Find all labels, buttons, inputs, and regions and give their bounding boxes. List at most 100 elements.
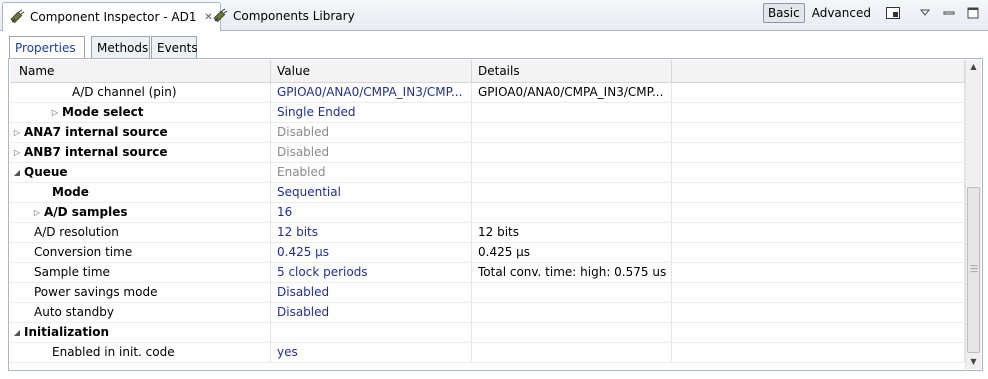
table-row[interactable]: Power savings mode Disabled [10, 283, 965, 303]
scrollbar-thumb[interactable]: — — — [967, 187, 980, 353]
property-value-cell[interactable]: 0.425 µs [271, 243, 472, 262]
tab-events[interactable]: Events [151, 36, 198, 58]
view-tab-bar: Component Inspector - AD1 ✕ Components L… [0, 0, 988, 31]
layout-icon[interactable] [884, 4, 902, 22]
basic-button-label: Basic [767, 6, 800, 20]
property-details-cell [472, 303, 672, 322]
empty-cell [672, 303, 965, 322]
property-name-cell: ▷ A/D samples [10, 203, 271, 222]
properties-table: Name Value Details A/D channel (pin) GPIO… [10, 60, 965, 369]
column-header-name[interactable]: Name [10, 60, 271, 82]
table-row[interactable]: ◢ Initialization [10, 323, 965, 343]
collapsed-arrow-icon[interactable]: ▷ [10, 123, 24, 142]
empty-cell [672, 163, 965, 182]
property-details-cell [472, 123, 672, 142]
table-row[interactable]: Enabled in init. code yes [10, 343, 965, 363]
column-header-value[interactable]: Value [271, 60, 472, 82]
expanded-arrow-icon[interactable]: ◢ [10, 323, 24, 342]
scroll-up-icon[interactable]: ▲ [966, 60, 981, 74]
empty-cell [672, 243, 965, 262]
property-name-cell: Conversion time [10, 243, 271, 262]
tab-components-library[interactable]: Components Library [206, 2, 361, 30]
property-name-cell: ◢ Queue [10, 163, 271, 182]
view-menu-icon[interactable] [916, 4, 934, 22]
table-row[interactable]: ▷ ANB7 internal source Disabled [10, 143, 965, 163]
property-value-cell[interactable]: Disabled [271, 123, 472, 142]
tab-methods-label: Methods [97, 40, 149, 55]
advanced-button[interactable]: Advanced [808, 3, 875, 23]
property-name: Mode select [62, 105, 144, 119]
table-row[interactable]: ▷ ANA7 internal source Disabled [10, 123, 965, 143]
property-details-cell [472, 323, 672, 342]
expanded-arrow-icon[interactable]: ◢ [10, 163, 24, 182]
property-value-cell[interactable]: GPIOA0/ANA0/CMPA_IN3/CMP... [271, 83, 472, 102]
empty-cell [672, 83, 965, 102]
tab-events-label: Events [157, 40, 198, 55]
property-details-cell [472, 103, 672, 122]
property-value-cell[interactable]: Disabled [271, 303, 472, 322]
property-name: Enabled in init. code [52, 345, 175, 359]
empty-cell [672, 223, 965, 242]
property-name: Auto standby [34, 305, 114, 319]
tab-properties[interactable]: Properties [9, 36, 85, 59]
advanced-button-label: Advanced [811, 6, 871, 20]
property-value-cell[interactable]: 16 [271, 203, 472, 222]
table-row[interactable]: ▷ A/D samples 16 [10, 203, 965, 223]
property-value-cell[interactable] [271, 323, 472, 342]
table-row[interactable]: Auto standby Disabled [10, 303, 965, 323]
table-row[interactable]: ◢ Queue Enabled [10, 163, 965, 183]
property-value-cell[interactable]: Enabled [271, 163, 472, 182]
collapsed-arrow-icon[interactable]: ▷ [48, 103, 62, 122]
table-row[interactable]: Sample time 5 clock periods Total conv. ti… [10, 263, 965, 283]
property-details-cell: 0.425 µs [472, 243, 672, 262]
table-row[interactable]: ▷ Mode select Single Ended [10, 103, 965, 123]
collapsed-arrow-icon[interactable]: ▷ [10, 143, 24, 162]
tab-properties-label: Properties [15, 41, 76, 55]
tab-methods[interactable]: Methods [91, 36, 150, 58]
property-value-cell[interactable]: Single Ended [271, 103, 472, 122]
property-name-cell: ▷ ANA7 internal source [10, 123, 271, 142]
plug-icon [10, 9, 25, 24]
property-value-cell[interactable]: 12 bits [271, 223, 472, 242]
empty-cell [672, 123, 965, 142]
property-details-cell [472, 283, 672, 302]
property-name: ANB7 internal source [24, 145, 168, 159]
property-name-cell: Power savings mode [10, 283, 271, 302]
table-row[interactable]: Conversion time 0.425 µs 0.425 µs [10, 243, 965, 263]
collapsed-arrow-icon[interactable]: ▷ [30, 203, 44, 222]
property-details-cell: GPIOA0/ANA0/CMPA_IN3/CMP... [472, 83, 672, 102]
property-name-cell: Mode [10, 183, 271, 202]
basic-button[interactable]: Basic [762, 3, 805, 23]
vertical-scrollbar[interactable]: ▲ — — — ▼ [965, 60, 981, 369]
empty-cell [672, 103, 965, 122]
property-name: A/D channel (pin) [72, 85, 177, 99]
property-value-cell[interactable]: Disabled [271, 283, 472, 302]
table-row[interactable]: Mode Sequential [10, 183, 965, 203]
minimize-icon[interactable] [940, 4, 958, 22]
empty-cell [672, 203, 965, 222]
tab-component-inspector-label: Component Inspector - AD1 [30, 10, 197, 24]
property-details-cell [472, 203, 672, 222]
scroll-down-icon[interactable]: ▼ [966, 355, 981, 369]
properties-panel: Name Value Details A/D channel (pin) GPIO… [8, 58, 983, 371]
view-toolbar: Basic Advanced [762, 3, 982, 23]
property-value-cell[interactable]: Sequential [271, 183, 472, 202]
table-row[interactable]: A/D resolution 12 bits 12 bits [10, 223, 965, 243]
property-value-cell[interactable]: Disabled [271, 143, 472, 162]
property-name: Queue [24, 165, 68, 179]
empty-cell [672, 263, 965, 282]
empty-cell [672, 283, 965, 302]
property-name: ANA7 internal source [24, 125, 168, 139]
property-name-cell: A/D resolution [10, 223, 271, 242]
maximize-icon[interactable] [964, 4, 982, 22]
property-name: Mode [52, 185, 89, 199]
column-header-details[interactable]: Details [472, 60, 672, 82]
property-value-cell[interactable]: 5 clock periods [271, 263, 472, 282]
property-value-cell[interactable]: yes [271, 343, 472, 362]
table-row[interactable]: A/D channel (pin) GPIOA0/ANA0/CMPA_IN3/CM… [10, 83, 965, 103]
empty-cell [672, 343, 965, 362]
plug-icon [213, 8, 228, 23]
empty-cell [672, 143, 965, 162]
property-details-cell: Total conv. time: high: 0.575 us [472, 263, 672, 282]
tab-component-inspector[interactable]: Component Inspector - AD1 ✕ [2, 2, 221, 31]
